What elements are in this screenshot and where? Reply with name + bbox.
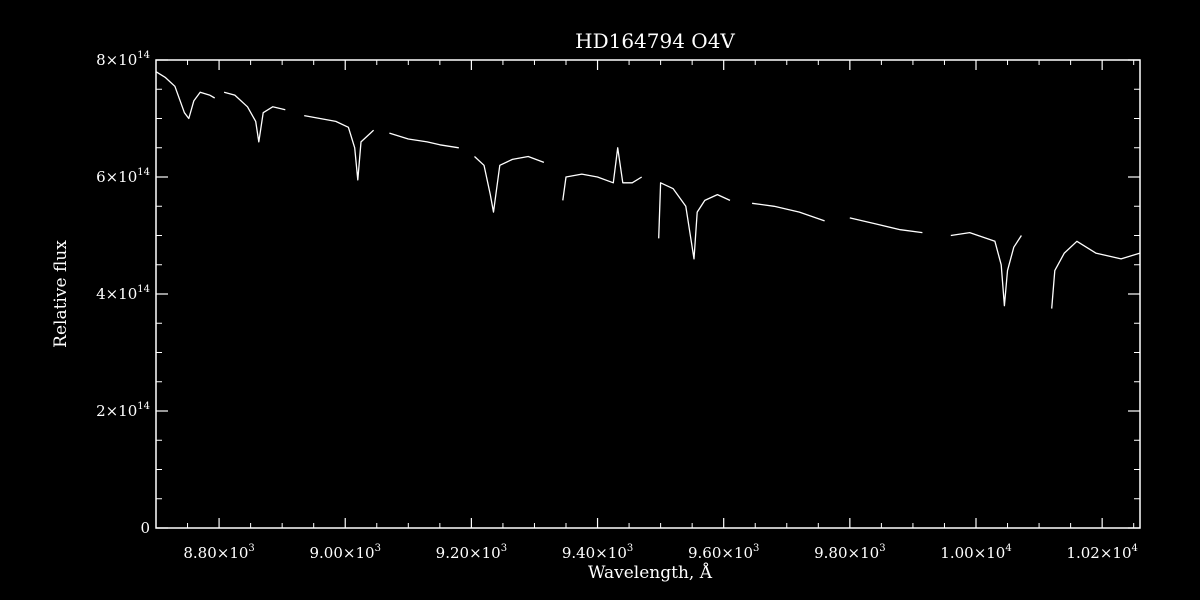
- chart-background: [0, 0, 1200, 600]
- x-tick-label: 8.80×103: [183, 543, 254, 562]
- x-axis-label: Wavelength, Å: [588, 562, 713, 583]
- x-tick-label: 1.00×104: [940, 543, 1011, 562]
- x-tick-label: 9.80×103: [814, 543, 885, 562]
- y-axis-label: Relative flux: [51, 240, 71, 348]
- x-tick-label: 1.02×104: [1066, 543, 1137, 562]
- x-tick-label: 9.00×103: [310, 543, 381, 562]
- y-tick-label: 0: [140, 519, 150, 537]
- x-tick-label: 9.20×103: [436, 543, 507, 562]
- spectrum-chart: HD164794 O4V 8.80×103 9.00×103 9.20×103 9.4…: [0, 0, 1200, 600]
- x-tick-label: 9.60×103: [688, 543, 759, 562]
- x-tick-label: 9.40×103: [562, 543, 633, 562]
- chart-title: HD164794 O4V: [575, 29, 735, 53]
